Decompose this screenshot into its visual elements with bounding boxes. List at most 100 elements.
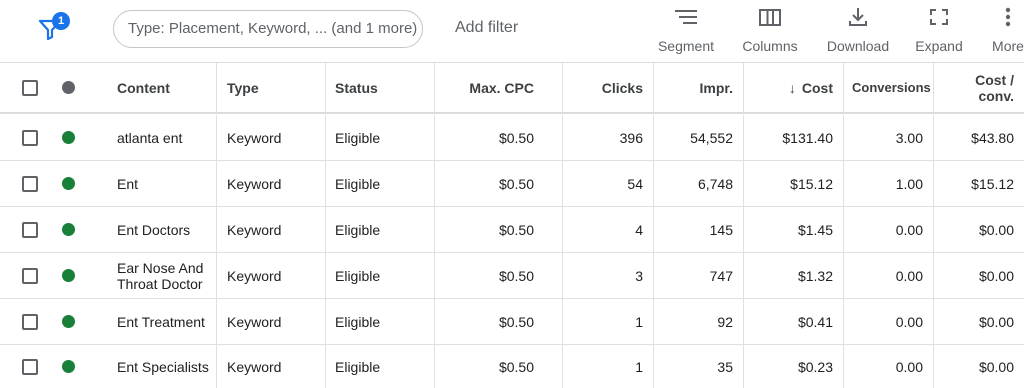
status-enabled-indicator[interactable]: [62, 315, 75, 328]
table-row: Ent Treatment Keyword Eligible $0.50 1 92 $0.4…: [0, 299, 1024, 345]
cell-content-line1: Ear Nose And: [117, 259, 204, 276]
cell-content[interactable]: atlanta ent: [117, 115, 215, 160]
more-button[interactable]: More: [988, 6, 1024, 56]
header-cost[interactable]: ↓ Cost: [743, 63, 842, 112]
cell-content-line2: Throat Doctor: [117, 275, 203, 292]
row-status-cell: [62, 115, 78, 160]
cell-content[interactable]: Ear Nose And Throat Doctor: [117, 253, 215, 298]
cell-max-cpc[interactable]: $0.50: [434, 161, 561, 206]
cell-clicks: 1: [562, 345, 652, 388]
cell-max-cpc[interactable]: $0.50: [434, 299, 561, 344]
download-icon: [849, 8, 867, 26]
status-enabled-indicator[interactable]: [62, 177, 75, 190]
cell-conversions: 3.00: [843, 115, 932, 160]
row-checkbox[interactable]: [22, 358, 38, 375]
cell-type: Keyword: [216, 299, 324, 344]
row-status-cell: [62, 299, 78, 344]
cell-conversions: 0.00: [843, 253, 932, 298]
cell-clicks: 4: [562, 207, 652, 252]
columns-label: Columns: [742, 38, 798, 54]
header-type[interactable]: Type: [216, 63, 324, 112]
header-status[interactable]: Status: [325, 63, 433, 112]
cell-type: Keyword: [216, 115, 324, 160]
download-button[interactable]: Download: [824, 6, 892, 56]
cell-conversions: 0.00: [843, 207, 932, 252]
row-checkbox[interactable]: [22, 267, 38, 284]
cell-cost: $0.41: [743, 299, 842, 344]
cell-type: Keyword: [216, 161, 324, 206]
segment-button[interactable]: Segment: [656, 6, 716, 56]
expand-label: Expand: [915, 38, 963, 54]
header-impr[interactable]: Impr.: [653, 63, 742, 112]
cell-impr: 35: [653, 345, 742, 388]
status-enabled-indicator[interactable]: [62, 269, 75, 282]
table-toolbar: 1 Type: Placement, Keyword, ... (and 1 m…: [0, 0, 1024, 62]
header-max-cpc[interactable]: Max. CPC: [434, 63, 561, 112]
cell-cost: $1.32: [743, 253, 842, 298]
row-checkbox[interactable]: [22, 313, 38, 330]
status-enabled-indicator[interactable]: [62, 131, 75, 144]
row-select-cell: [22, 299, 42, 344]
cell-cost-conv: $15.12: [933, 161, 1024, 206]
expand-button[interactable]: Expand: [914, 6, 964, 56]
cell-cost-conv: $0.00: [933, 299, 1024, 344]
cell-max-cpc[interactable]: $0.50: [434, 207, 561, 252]
header-cost-label: Cost: [801, 79, 833, 96]
cell-content[interactable]: Ent Specialists: [117, 345, 215, 388]
header-clicks[interactable]: Clicks: [562, 63, 652, 112]
row-checkbox[interactable]: [22, 175, 38, 192]
row-checkbox[interactable]: [22, 129, 38, 146]
status-enabled-indicator[interactable]: [62, 360, 75, 373]
cell-content[interactable]: Ent: [117, 161, 215, 206]
status-enabled-indicator[interactable]: [62, 223, 75, 236]
cell-status: Eligible: [325, 207, 433, 252]
cell-content[interactable]: Ent Treatment: [117, 299, 215, 344]
status-dot-header: [62, 63, 78, 112]
select-all-cell: [22, 63, 42, 112]
columns-button[interactable]: Columns: [740, 6, 800, 56]
cell-impr: 54,552: [653, 115, 742, 160]
cell-conversions: 0.00: [843, 345, 932, 388]
table-row: atlanta ent Keyword Eligible $0.50 396 54,552…: [0, 115, 1024, 161]
cell-impr: 145: [653, 207, 742, 252]
header-conversions[interactable]: Conversions: [843, 63, 932, 112]
download-label: Download: [826, 38, 890, 54]
add-filter-button[interactable]: Add filter: [455, 19, 518, 37]
cell-clicks: 3: [562, 253, 652, 298]
segment-icon: [675, 10, 697, 24]
expand-icon: [930, 9, 948, 25]
cell-cost-conv: $43.80: [933, 115, 1024, 160]
cell-content[interactable]: Ent Doctors: [117, 207, 215, 252]
cell-type: Keyword: [216, 345, 324, 388]
header-cost-per-conv-line2: conv.: [978, 87, 1014, 104]
cell-max-cpc[interactable]: $0.50: [434, 253, 561, 298]
cell-status: Eligible: [325, 161, 433, 206]
table-row: Ent Specialists Keyword Eligible $0.50 1 35 $0…: [0, 345, 1024, 388]
filter-button[interactable]: 1: [38, 12, 72, 44]
cell-cost: $1.45: [743, 207, 842, 252]
cell-max-cpc[interactable]: $0.50: [434, 115, 561, 160]
header-content[interactable]: Content: [117, 63, 215, 112]
segment-label: Segment: [657, 38, 715, 54]
filter-count-badge: 1: [52, 12, 70, 30]
row-select-cell: [22, 253, 42, 298]
cell-impr: 747: [653, 253, 742, 298]
status-indicator-header: [62, 81, 75, 94]
filter-search-input[interactable]: Type: Placement, Keyword, ... (and 1 mor…: [113, 10, 423, 48]
cell-cost-conv: $0.00: [933, 345, 1024, 388]
keywords-table: Content Type Status Max. CPC Clicks Impr…: [0, 62, 1024, 388]
row-status-cell: [62, 161, 78, 206]
header-cost-per-conv[interactable]: Cost / conv.: [933, 63, 1024, 112]
row-checkbox[interactable]: [22, 221, 38, 238]
cell-type: Keyword: [216, 207, 324, 252]
row-select-cell: [22, 161, 42, 206]
cell-conversions: 1.00: [843, 161, 932, 206]
select-all-checkbox[interactable]: [22, 79, 38, 96]
more-label: More: [992, 38, 1024, 54]
cell-max-cpc[interactable]: $0.50: [434, 345, 561, 388]
columns-icon: [759, 9, 781, 26]
cell-status: Eligible: [325, 115, 433, 160]
cell-cost-conv: $0.00: [933, 207, 1024, 252]
cell-cost: $15.12: [743, 161, 842, 206]
table-row: Ent Doctors Keyword Eligible $0.50 4 145 $1.45…: [0, 207, 1024, 253]
